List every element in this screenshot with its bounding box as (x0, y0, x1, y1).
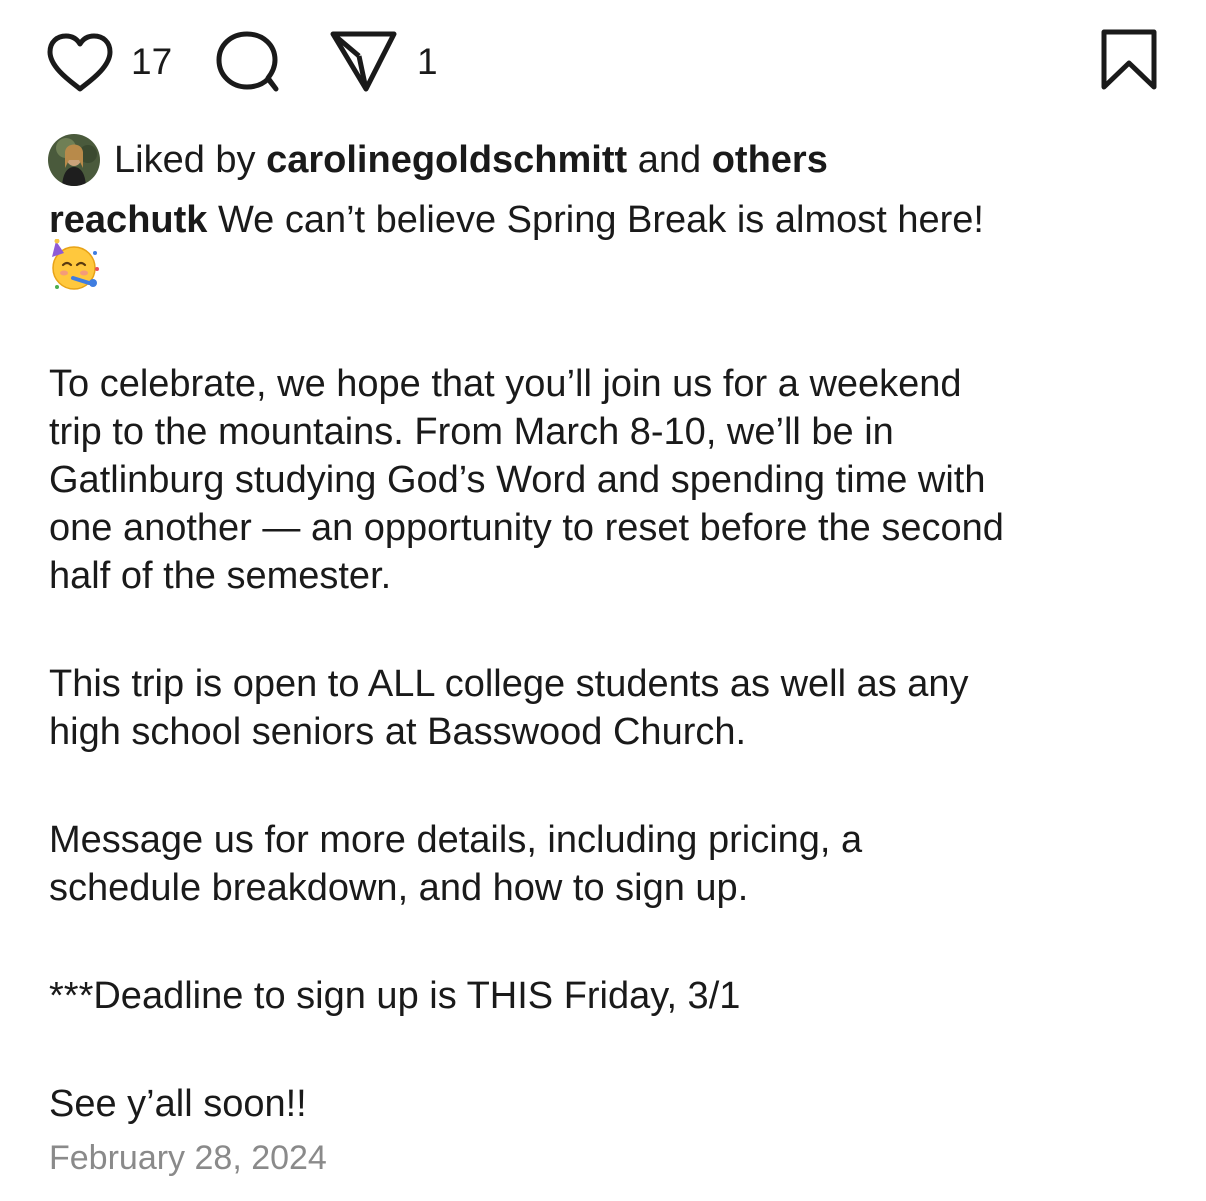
liked-by-prefix: Liked by (114, 139, 256, 181)
caption-emoji-line (49, 238, 1169, 300)
paragraph-1-line-2: trip to the mountains. From March 8-10, … (49, 411, 894, 453)
post-date: February 28, 2024 (49, 1139, 327, 1177)
caption-first-text: We can’t believe Spring Break is almost … (217, 199, 984, 241)
liked-by-text: Liked by carolinegoldschmitt and others (114, 141, 828, 179)
bookmark-icon[interactable] (1098, 28, 1160, 92)
caption-username[interactable]: reachutk (49, 199, 207, 241)
like-count: 17 (131, 41, 173, 82)
caption-first-line: reachutk We can’t believe Spring Break i… (49, 196, 1169, 244)
partying-face-icon (49, 238, 103, 305)
paragraph-3-line-1: Message us for more details, including p… (49, 819, 863, 861)
paragraph-2-line-2: high school seniors at Basswood Church. (49, 711, 747, 753)
paragraph-2-line-1: This trip is open to ALL college student… (49, 663, 969, 705)
liked-by-others-link[interactable]: others (712, 139, 828, 181)
post-action-bar: 17 1 (0, 0, 1206, 120)
closing-line: See y’all soon!! (49, 1083, 307, 1125)
paragraph-1-line-3: Gatlinburg studying God’s Word and spend… (49, 459, 986, 501)
paragraph-1: To celebrate, we hope that you’ll join u… (49, 360, 1169, 600)
liked-by-user-link[interactable]: carolinegoldschmitt (266, 139, 627, 181)
send-icon[interactable] (328, 27, 402, 93)
paragraph-1-line-5: half of the semester. (49, 555, 392, 597)
deadline-line: ***Deadline to sign up is THIS Friday, 3… (49, 975, 741, 1017)
avatar[interactable] (48, 134, 100, 186)
paragraph-1-line-4: one another — an opportunity to reset be… (49, 507, 1004, 549)
comment-icon[interactable] (210, 29, 284, 93)
paragraph-1-line-1: To celebrate, we hope that you’ll join u… (49, 363, 962, 405)
liked-by-conjunction: and (637, 139, 702, 181)
paragraph-3-line-2: schedule breakdown, and how to sign up. (49, 867, 749, 909)
share-count: 1 (417, 41, 438, 82)
liked-by-row: Liked by carolinegoldschmitt and others (48, 132, 828, 188)
post-caption: reachutk We can’t believe Spring Break i… (49, 196, 1169, 1128)
paragraph-3: Message us for more details, including p… (49, 816, 1169, 912)
paragraph-2: This trip is open to ALL college student… (49, 660, 1169, 756)
heart-icon[interactable] (44, 33, 116, 93)
